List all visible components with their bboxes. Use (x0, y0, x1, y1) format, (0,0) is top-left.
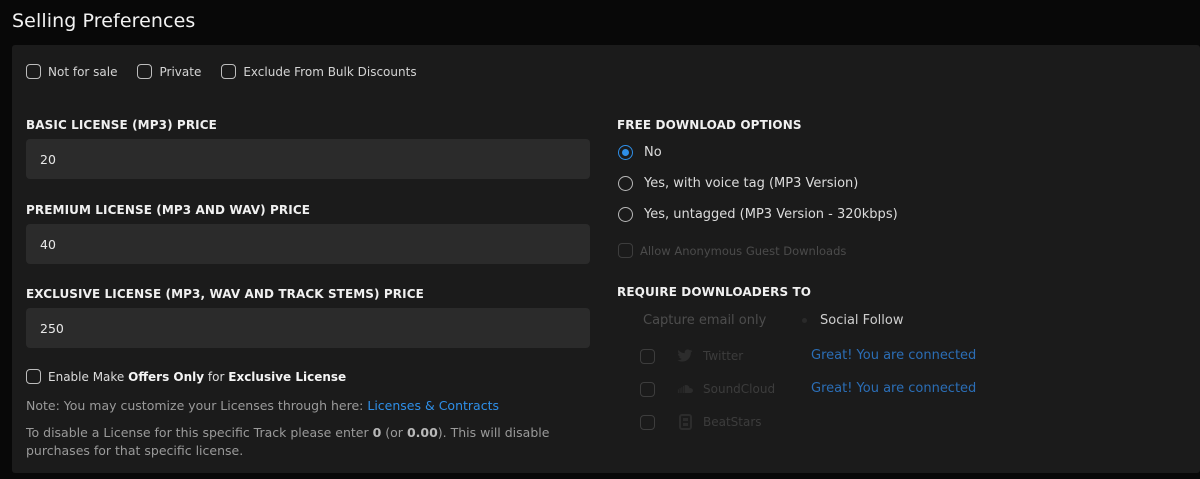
radio-voice-tag[interactable] (618, 176, 633, 191)
beatstars-label: BeatStars (703, 415, 762, 429)
social-row-soundcloud: SoundCloud (640, 381, 775, 397)
radio-untagged[interactable] (618, 207, 633, 222)
soundcloud-checkbox[interactable] (640, 381, 655, 397)
tab-capture-email[interactable]: Capture email only (643, 313, 766, 328)
exclusive-license-label: EXCLUSIVE LICENSE (MP3, WAV AND TRACK ST… (26, 287, 424, 301)
soundcloud-label: SoundCloud (703, 382, 776, 396)
beatstars-checkbox[interactable] (640, 414, 655, 430)
radio-no[interactable] (618, 145, 633, 160)
premium-license-price-input[interactable] (26, 224, 590, 264)
licenses-contracts-link[interactable]: Licenses & Contracts (367, 398, 499, 413)
premium-license-label: PREMIUM LICENSE (MP3 AND WAV) PRICE (26, 203, 311, 217)
selling-preferences-panel: Not for sale Private Exclude From Bulk D… (12, 45, 1200, 473)
disable-license-note: To disable a License for this specific T… (26, 425, 550, 458)
exclusive-license-price-input[interactable] (26, 308, 590, 348)
require-downloaders-label: REQUIRE DOWNLOADERS TO (617, 285, 812, 299)
top-options: Not for sale Private Exclude From Bulk D… (26, 64, 437, 79)
free-download-option-untagged[interactable]: Yes, untagged (MP3 Version - 320kbps) (618, 207, 898, 222)
basic-license-price-input[interactable] (26, 139, 590, 179)
not-for-sale-option[interactable]: Not for sale (26, 64, 117, 79)
make-offers-only-option[interactable]: Enable Make Offers Only for Exclusive Li… (26, 369, 346, 384)
twitter-checkbox[interactable] (640, 348, 655, 364)
twitter-icon (677, 348, 693, 364)
private-checkbox[interactable] (137, 64, 153, 79)
radio-voice-tag-label: Yes, with voice tag (MP3 Version) (644, 176, 859, 191)
anonymous-guest-downloads-option[interactable]: Allow Anonymous Guest Downloads (618, 243, 846, 258)
page-title: Selling Preferences (12, 10, 196, 32)
exclude-bulk-discounts-label: Exclude From Bulk Discounts (243, 64, 417, 79)
not-for-sale-label: Not for sale (48, 64, 118, 79)
anonymous-guest-downloads-checkbox[interactable] (618, 243, 633, 258)
basic-license-label: BASIC LICENSE (MP3) PRICE (26, 118, 217, 132)
social-row-twitter: Twitter (640, 348, 743, 364)
exclude-bulk-discounts-checkbox[interactable] (221, 64, 237, 79)
private-label: Private (159, 64, 202, 79)
beatstars-icon (677, 414, 693, 430)
tab-social-follow[interactable]: Social Follow (802, 313, 903, 328)
soundcloud-connected-status: Great! You are connected (811, 381, 977, 396)
free-download-option-voice-tag[interactable]: Yes, with voice tag (MP3 Version) (618, 176, 858, 191)
make-offers-only-label: Enable Make Offers Only for Exclusive Li… (48, 369, 347, 384)
make-offers-only-checkbox[interactable] (26, 369, 41, 384)
free-download-options-label: FREE DOWNLOAD OPTIONS (617, 118, 802, 132)
social-row-beatstars: BeatStars (640, 414, 762, 430)
radio-no-label: No (644, 145, 662, 160)
private-option[interactable]: Private (137, 64, 201, 79)
tab-indicator-dot (802, 318, 807, 323)
radio-untagged-label: Yes, untagged (MP3 Version - 320kbps) (644, 207, 898, 222)
exclude-bulk-discounts-option[interactable]: Exclude From Bulk Discounts (221, 64, 417, 79)
customize-licenses-note: Note: You may customize your Licenses th… (26, 398, 499, 413)
twitter-label: Twitter (703, 349, 744, 363)
tab-social-follow-label: Social Follow (820, 313, 904, 328)
anonymous-guest-downloads-label: Allow Anonymous Guest Downloads (640, 243, 847, 258)
soundcloud-icon (677, 381, 693, 397)
not-for-sale-checkbox[interactable] (26, 64, 41, 79)
twitter-connected-status: Great! You are connected (811, 348, 977, 363)
free-download-option-no[interactable]: No (618, 145, 662, 160)
